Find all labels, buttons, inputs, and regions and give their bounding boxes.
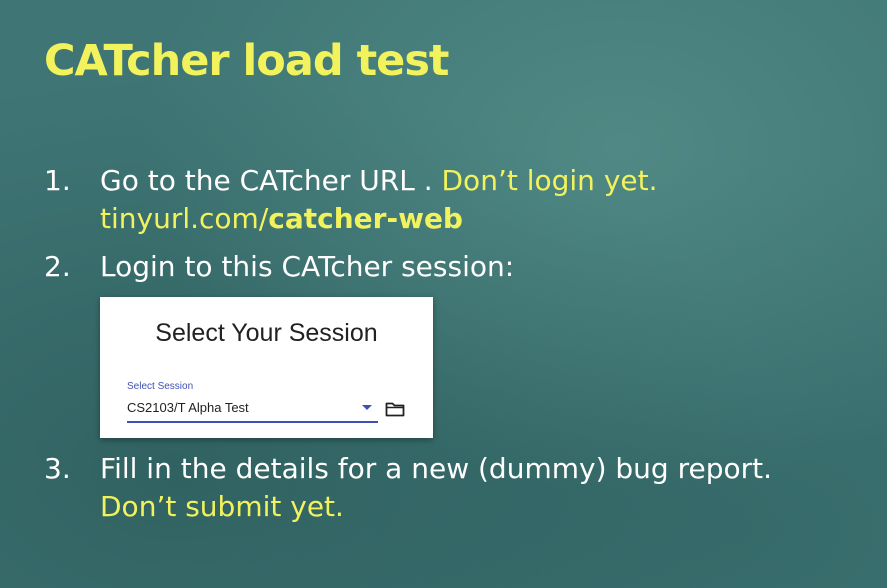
step-text: Fill in the details for a new (dummy) bu…: [100, 452, 772, 485]
step-content: Fill in the details for a new (dummy) bu…: [100, 450, 772, 526]
step-3: 3. Fill in the details for a new (dummy)…: [44, 450, 772, 526]
card-title: Select Your Session: [155, 319, 378, 347]
url-prefix: tinyurl.com/: [100, 202, 269, 235]
step-highlight: Don’t submit yet.: [100, 490, 344, 523]
step-number: 3.: [44, 452, 71, 485]
step-2: 2. Login to this CATcher session:: [44, 248, 514, 286]
step-number: 1.: [44, 164, 71, 197]
url-bold: catcher-web: [268, 202, 463, 235]
step-1: 1. Go to the CATcher URL . Don’t login y…: [44, 162, 658, 238]
slide-title: CATcher load test: [44, 36, 449, 86]
selected-session-value: CS2103/T Alpha Test: [127, 400, 249, 415]
select-session-label: Select Session: [127, 381, 194, 392]
session-select-card: Select Your Session Select Session CS210…: [100, 297, 433, 438]
step-text: Login to this CATcher session:: [100, 250, 515, 283]
slide: CATcher load test 1. Go to the CATcher U…: [0, 0, 887, 588]
step-content: Go to the CATcher URL . Don’t login yet.…: [100, 162, 658, 238]
step-number: 2.: [44, 250, 71, 283]
session-select[interactable]: CS2103/T Alpha Test: [127, 397, 378, 423]
url-link[interactable]: tinyurl.com/catcher-web: [100, 202, 463, 235]
step-highlight: Don’t login yet.: [441, 164, 658, 197]
folder-icon[interactable]: [385, 401, 405, 417]
arrow-drop-down-icon: [362, 405, 372, 410]
step-text: Go to the CATcher URL .: [100, 164, 442, 197]
